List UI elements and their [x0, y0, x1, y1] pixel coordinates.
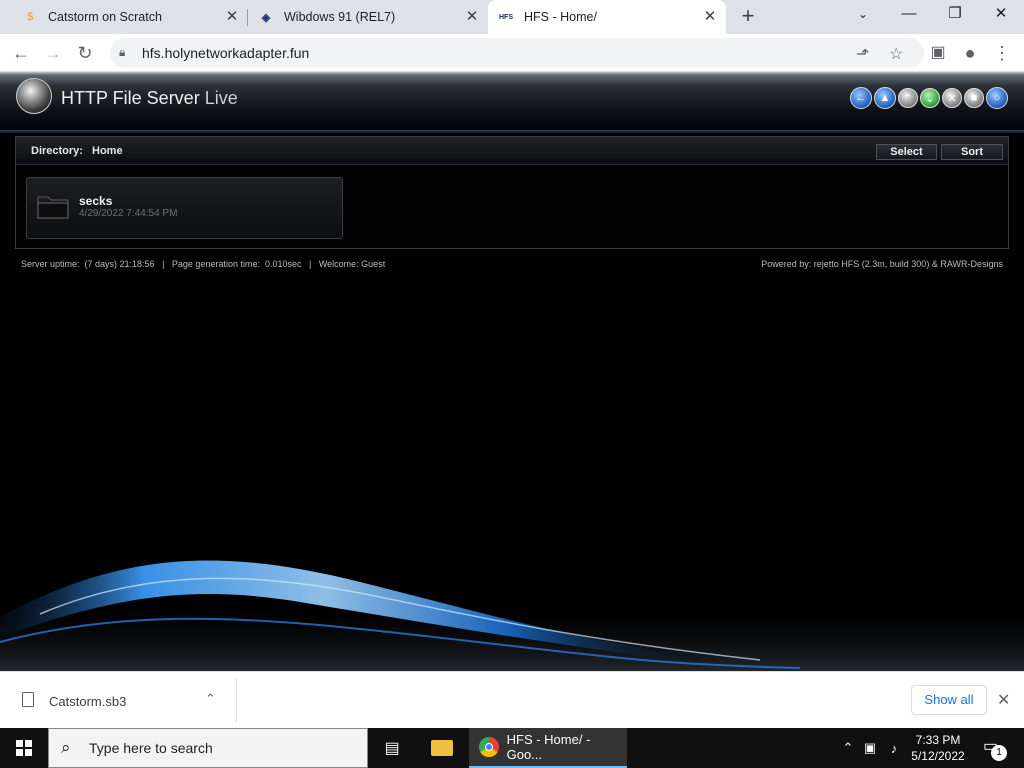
close-tab-icon[interactable]: ✕	[464, 9, 480, 25]
volume-icon[interactable]: ♪	[882, 741, 906, 756]
file-explorer-icon[interactable]	[423, 728, 461, 768]
hfs-page: HTTP File Server Live ← ▲ ⌃ ⌄ ✕ ■ ○ Dire…	[0, 72, 1024, 671]
directory-value[interactable]: Home	[92, 145, 123, 157]
login-lock-icon[interactable]: ■	[964, 88, 984, 108]
scratch-cat-icon: $	[26, 11, 34, 23]
tab-title: HFS - Home/	[524, 10, 597, 24]
tab-wibdows[interactable]: ◈ Wibdows 91 (REL7) ✕	[248, 0, 488, 34]
hfs-logo-icon	[16, 78, 52, 114]
close-shelf-icon[interactable]: ✕	[997, 690, 1010, 710]
start-button[interactable]	[0, 728, 48, 768]
windows-taskbar: ⌕ Type here to search ▤ HFS - Home/ - Go…	[0, 728, 1024, 768]
tray-chevron-icon[interactable]: ⌃	[838, 740, 858, 756]
download-shelf: Catstorm.sb3 ⌃ Show all ✕	[0, 671, 1024, 728]
share-icon[interactable]: ⬏	[856, 44, 869, 64]
windows-logo-icon	[16, 740, 32, 756]
close-tab-icon[interactable]: ✕	[224, 9, 240, 25]
tab-title: Wibdows 91 (REL7)	[284, 10, 396, 24]
taskbar-clock[interactable]: 7:33 PM 5/12/2022	[905, 732, 971, 764]
download-file-name[interactable]: Catstorm.sb3	[49, 694, 126, 709]
up-folder-icon[interactable]: ▲	[874, 87, 896, 109]
new-tab-icon[interactable]: +	[737, 5, 759, 27]
search-magnifier-icon: ⌕	[61, 738, 71, 757]
url-text[interactable]: hfs.holynetworkadapter.fun	[142, 45, 309, 61]
close-tab-icon[interactable]: ✕	[702, 9, 718, 25]
notification-count: 1	[991, 745, 1007, 761]
network-icon[interactable]: ▣	[858, 740, 882, 756]
window-close-icon[interactable]: ✕	[978, 0, 1024, 30]
hfs-title: HTTP File Server Live	[61, 88, 238, 108]
restore-icon[interactable]: ❐	[932, 0, 978, 30]
background-wave	[0, 560, 1024, 671]
search-icon[interactable]: ○	[986, 87, 1008, 109]
file-list-panel: Directory: Home Select Sort secks 4/29/2…	[15, 136, 1009, 249]
download-icon[interactable]: ⌄	[920, 88, 940, 108]
minimize-icon[interactable]: —	[886, 0, 932, 30]
wibdows-icon: ◈	[261, 11, 271, 24]
taskbar-search-box[interactable]: ⌕ Type here to search	[48, 728, 368, 768]
folder-date: 4/29/2022 7:44:54 PM	[79, 208, 178, 219]
back-arrow-icon[interactable]: ←	[9, 41, 33, 65]
system-tray: ⌃ ▣ ♪	[838, 728, 906, 768]
download-divider	[236, 679, 237, 722]
tab-title: Catstorm on Scratch	[48, 10, 162, 24]
directory-label: Directory:	[31, 145, 83, 157]
browser-tab-strip: $ Catstorm on Scratch ✕ ◈ Wibdows 91 (RE…	[0, 0, 1024, 34]
tab-search-icon[interactable]: ⌄	[840, 0, 886, 30]
chrome-task-button[interactable]: HFS - Home/ - Goo...	[469, 728, 627, 768]
hfs-icon: HFS	[499, 13, 513, 21]
select-button[interactable]: Select	[876, 144, 937, 160]
side-panel-icon[interactable]: ▣	[926, 41, 950, 65]
show-all-button[interactable]: Show all	[911, 685, 987, 715]
back-nav-icon[interactable]: ←	[850, 87, 872, 109]
task-view-icon[interactable]: ▤	[373, 728, 411, 768]
delete-icon[interactable]: ✕	[942, 88, 962, 108]
directory-bar: Directory: Home Select Sort	[16, 137, 1008, 165]
bookmark-star-icon[interactable]: ☆	[889, 44, 903, 64]
browser-toolbar: ← → ↻ 🔒︎ hfs.holynetworkadapter.fun ⬏ ☆ …	[0, 34, 1024, 72]
folder-icon	[37, 196, 69, 219]
clock-date: 5/12/2022	[911, 749, 965, 763]
tab-hfs-home[interactable]: HFS HFS - Home/ ✕	[488, 0, 726, 34]
expand-icon[interactable]: ⌃	[898, 88, 918, 108]
tab-catstorm[interactable]: $ Catstorm on Scratch ✕	[12, 0, 248, 34]
address-bar[interactable]: 🔒︎ hfs.holynetworkadapter.fun ⬏ ☆	[110, 38, 924, 68]
server-status: Server uptime: (7 days) 21:18:56 | Page …	[21, 259, 386, 269]
clock-time: 7:33 PM	[915, 733, 961, 747]
hfs-header: HTTP File Server Live ← ▲ ⌃ ⌄ ✕ ■ ○	[0, 72, 1024, 130]
search-placeholder: Type here to search	[89, 740, 213, 756]
profile-avatar-icon[interactable]: ●	[958, 41, 982, 65]
file-icon	[22, 692, 34, 707]
chevron-up-icon[interactable]: ⌃	[205, 691, 216, 707]
folder-name[interactable]: secks	[79, 194, 112, 208]
hfs-nav-icons: ← ▲ ⌃ ⌄ ✕ ■ ○	[850, 87, 1008, 109]
sort-button[interactable]: Sort	[941, 144, 1003, 160]
notification-icon[interactable]: ▭ 1	[983, 736, 1007, 761]
chrome-task-label: HFS - Home/ - Goo...	[506, 732, 591, 762]
lock-icon[interactable]: 🔒︎	[119, 45, 125, 60]
menu-kebab-icon[interactable]: ⋮	[990, 41, 1014, 65]
powered-by: Powered by: rejetto HFS (2.3m, build 300…	[761, 259, 1003, 269]
folder-item[interactable]: secks 4/29/2022 7:44:54 PM	[26, 177, 343, 239]
header-divider	[0, 130, 1024, 133]
chrome-icon	[479, 737, 499, 757]
forward-arrow-icon[interactable]: →	[41, 41, 65, 65]
reload-icon[interactable]: ↻	[73, 41, 97, 65]
